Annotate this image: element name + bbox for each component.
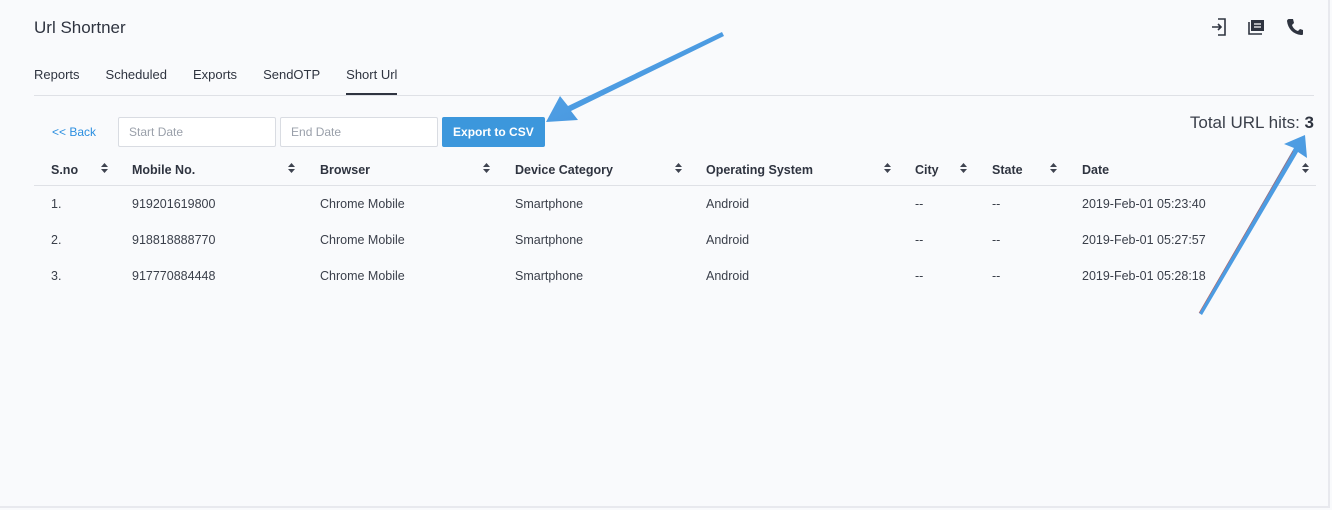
sort-icon[interactable]	[1050, 163, 1057, 175]
table-row: 2. 918818888770 Chrome Mobile Smartphone And…	[34, 222, 1316, 258]
table-cell: 919201619800	[132, 197, 216, 211]
table-cell: --	[992, 233, 1001, 247]
table-cell: 2.	[51, 233, 62, 247]
logout-icon[interactable]	[1208, 16, 1230, 38]
table-cell: Chrome Mobile	[320, 197, 405, 211]
total-hits-value: 3	[1304, 113, 1314, 132]
col-sno[interactable]: S.no	[34, 155, 114, 186]
start-date-input[interactable]	[118, 117, 277, 147]
table-cell: --	[992, 197, 1001, 211]
col-operating-system[interactable]: Operating System	[688, 155, 897, 186]
table-cell: Chrome Mobile	[320, 233, 405, 247]
table-cell: Android	[706, 233, 750, 247]
tab-scheduled[interactable]: Scheduled	[106, 66, 167, 95]
url-hits-table: S.no Mobile No. Browser Device Category …	[34, 155, 1316, 294]
table-cell: Android	[706, 269, 750, 283]
table-cell: Smartphone	[515, 197, 584, 211]
sort-icon[interactable]	[960, 163, 967, 175]
sort-icon[interactable]	[675, 163, 682, 175]
table-cell: 918818888770	[132, 233, 216, 247]
export-csv-button[interactable]: Export to CSV	[442, 117, 545, 147]
table-cell: --	[915, 197, 924, 211]
table-cell: 2019-Feb-01 05:27:57	[1082, 233, 1206, 247]
table-cell: --	[915, 233, 924, 247]
sort-icon[interactable]	[101, 163, 108, 175]
total-url-hits: Total URL hits: 3	[1190, 113, 1314, 133]
table-cell: Smartphone	[515, 233, 584, 247]
page-title: Url Shortner	[34, 18, 126, 37]
sort-icon[interactable]	[483, 163, 490, 175]
table-cell: 2019-Feb-01 05:23:40	[1082, 197, 1206, 211]
tab-bar: Reports Scheduled Exports SendOTP Short …	[34, 66, 1314, 96]
tab-exports[interactable]: Exports	[193, 66, 237, 95]
table-header-row: S.no Mobile No. Browser Device Category …	[34, 155, 1316, 186]
tab-short-url[interactable]: Short Url	[346, 66, 398, 95]
tab-sendotp[interactable]: SendOTP	[263, 66, 320, 95]
sort-icon[interactable]	[288, 163, 295, 175]
back-link[interactable]: << Back	[52, 125, 96, 139]
phone-icon[interactable]	[1284, 16, 1306, 38]
sort-icon[interactable]	[884, 163, 891, 175]
col-device-category[interactable]: Device Category	[497, 155, 688, 186]
table-cell: Android	[706, 197, 750, 211]
table-cell: 3.	[51, 269, 62, 283]
sort-icon[interactable]	[1302, 163, 1309, 175]
table-row: 3. 917770884448 Chrome Mobile Smartphone And…	[34, 258, 1316, 294]
col-date[interactable]: Date	[1064, 155, 1316, 186]
tab-reports[interactable]: Reports	[34, 66, 80, 95]
header-actions	[1208, 16, 1306, 38]
table-cell: 1.	[51, 197, 62, 211]
table-cell: Smartphone	[515, 269, 584, 283]
table-cell: Chrome Mobile	[320, 269, 405, 283]
table-cell: --	[915, 269, 924, 283]
col-mobile[interactable]: Mobile No.	[114, 155, 302, 186]
total-hits-label: Total URL hits:	[1189, 113, 1300, 132]
col-state[interactable]: State	[974, 155, 1064, 186]
table-row: 1. 919201619800 Chrome Mobile Smartphone And…	[34, 186, 1316, 223]
table-cell: 2019-Feb-01 05:28:18	[1082, 269, 1206, 283]
end-date-input[interactable]	[280, 117, 439, 147]
col-browser[interactable]: Browser	[302, 155, 497, 186]
table-cell: --	[992, 269, 1001, 283]
col-city[interactable]: City	[897, 155, 974, 186]
filter-toolbar: << Back Export to CSV	[52, 117, 545, 147]
table-cell: 917770884448	[132, 269, 216, 283]
notes-icon[interactable]	[1246, 16, 1268, 38]
